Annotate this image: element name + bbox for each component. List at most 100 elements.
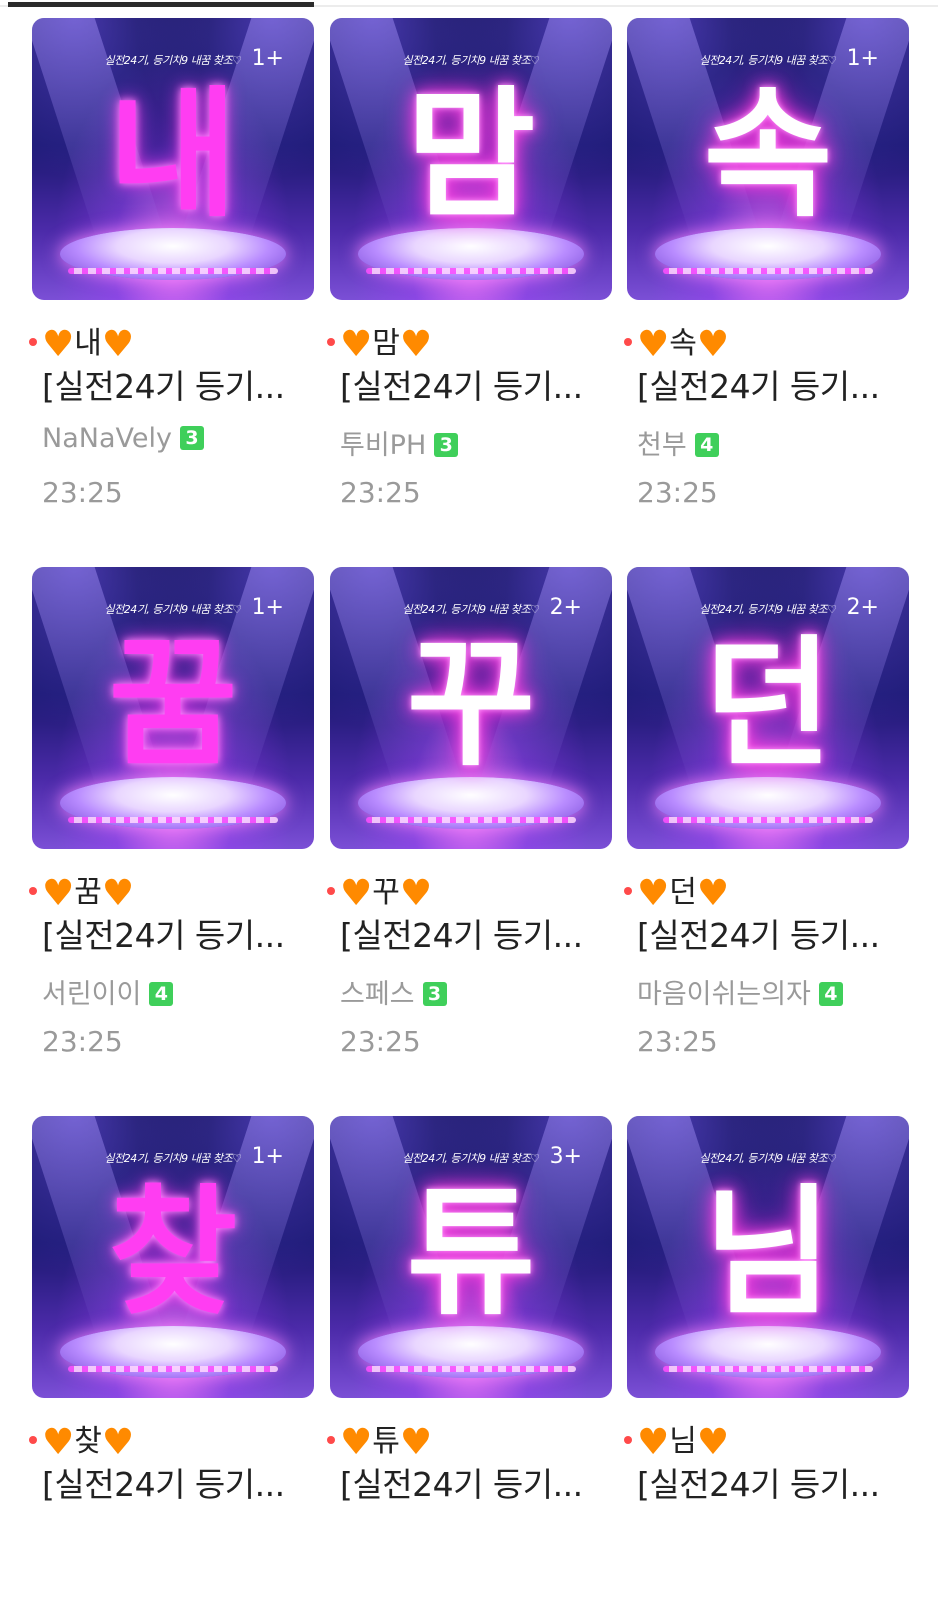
orange-heart-icon: ♥ [42,873,75,914]
unread-dot [29,338,37,346]
author-line: 스페스 3 [340,972,447,1011]
orange-heart-icon: ♥ [42,1422,75,1463]
post-subtitle[interactable]: [실전24기 등기... [340,909,583,957]
thumbnail-glyph: 꿈 [108,623,238,786]
post-card[interactable]: 실전24기, 등기치9 내꿈 찾조♡ 2+ 꾸 ♥꾸♥ [실전24기 등기...… [327,567,620,1067]
member-level-badge: 4 [149,982,174,1006]
post-thumbnail[interactable]: 실전24기, 등기치9 내꿈 찾조♡ 1+ 꿈 [32,567,314,849]
unread-dot [624,887,632,895]
orange-heart-icon: ♥ [340,873,373,914]
image-count-badge: 1+ [251,46,284,71]
author-line: 투비PH 3 [340,423,459,462]
author-name[interactable]: 마음이쉬는의자 [637,979,811,1010]
post-title[interactable]: ♥튜♥ [327,1416,433,1463]
post-card[interactable]: 실전24기, 등기치9 내꿈 찾조♡ 맘 ♥맘♥ [실전24기 등기... 투비… [327,18,620,518]
thumbnail-glyph: 맘 [406,74,536,237]
unread-dot [327,1436,335,1444]
post-title[interactable]: ♥던♥ [624,867,730,914]
orange-heart-icon: ♥ [42,324,75,365]
post-title-text: 튜 [372,1424,400,1459]
post-title[interactable]: ♥꿈♥ [29,867,135,914]
image-count-badge: 3+ [549,1144,582,1169]
orange-heart-icon: ♥ [637,873,670,914]
orange-heart-icon: ♥ [399,324,433,365]
post-title-text: 내 [74,326,102,361]
post-title[interactable]: ♥님♥ [624,1416,729,1463]
orange-heart-icon: ♥ [399,1422,433,1463]
orange-heart-icon: ♥ [340,1422,373,1463]
post-thumbnail[interactable]: 실전24기, 등기치9 내꿈 찾조♡ 3+ 튜 [330,1116,612,1398]
unread-dot [624,1436,632,1444]
image-count-badge: 2+ [846,595,879,620]
unread-dot [29,887,37,895]
post-card[interactable]: 실전24기, 등기치9 내꿈 찾조♡ 2+ 던 ♥던♥ [실전24기 등기...… [624,567,917,1067]
post-title-text: 속 [669,326,697,361]
post-subtitle[interactable]: [실전24기 등기... [42,1458,285,1506]
orange-heart-icon: ♥ [101,873,135,914]
orange-heart-icon: ♥ [340,324,373,365]
post-title[interactable]: ♥맘♥ [327,318,433,365]
thumbnail-glyph: 님 [703,1172,833,1335]
post-subtitle[interactable]: [실전24기 등기... [340,1458,583,1506]
author-name[interactable]: NaNaVely [42,423,172,454]
post-subtitle[interactable]: [실전24기 등기... [637,909,880,957]
post-time: 23:25 [42,1025,123,1058]
post-title[interactable]: ♥내♥ [29,318,135,365]
member-level-badge: 3 [179,426,204,450]
member-level-badge: 3 [422,982,447,1006]
unread-dot [327,338,335,346]
post-card[interactable]: 실전24기, 등기치9 내꿈 찾조♡ 1+ 꿈 ♥꿈♥ [실전24기 등기...… [29,567,322,1067]
author-name[interactable]: 천부 [637,430,687,461]
post-title-text: 님 [669,1424,697,1459]
post-thumbnail[interactable]: 실전24기, 등기치9 내꿈 찾조♡ 1+ 찾 [32,1116,314,1398]
orange-heart-icon: ♥ [696,324,730,365]
author-line: 마음이쉬는의자 4 [637,972,843,1011]
post-title-text: 맘 [372,326,400,361]
image-count-badge: 1+ [251,595,284,620]
post-time: 23:25 [340,476,421,509]
author-name[interactable]: 투비PH [340,430,426,461]
post-thumbnail[interactable]: 실전24기, 등기치9 내꿈 찾조♡ 맘 [330,18,612,300]
post-subtitle[interactable]: [실전24기 등기... [637,360,880,408]
post-subtitle[interactable]: [실전24기 등기... [637,1458,880,1506]
post-card[interactable]: 실전24기, 등기치9 내꿈 찾조♡ 1+ 내 ♥내♥ [실전24기 등기...… [29,18,322,518]
image-count-badge: 2+ [549,595,582,620]
post-title[interactable]: ♥찾♥ [29,1416,134,1463]
post-subtitle[interactable]: [실전24기 등기... [42,909,285,957]
post-thumbnail[interactable]: 실전24기, 등기치9 내꿈 찾조♡ 2+ 던 [627,567,909,849]
post-card[interactable]: 실전24기, 등기치9 내꿈 찾조♡ 1+ 찾 ♥찾♥ [실전24기 등기... [29,1116,322,1616]
orange-heart-icon: ♥ [696,873,730,914]
thumbnail-glyph: 던 [703,623,833,786]
thumbnail-glyph: 속 [703,74,833,237]
post-card[interactable]: 실전24기, 등기치9 내꿈 찾조♡ 3+ 튜 ♥튜♥ [실전24기 등기... [327,1116,620,1616]
thumbnail-glyph: 튜 [406,1172,536,1335]
post-subtitle[interactable]: [실전24기 등기... [42,360,285,408]
thumbnail-caption: 실전24기, 등기치9 내꿈 찾조♡ [699,1152,837,1165]
post-title[interactable]: ♥속♥ [624,318,730,365]
thumbnail-glyph: 찾 [108,1172,238,1335]
post-thumbnail[interactable]: 실전24기, 등기치9 내꿈 찾조♡ 1+ 내 [32,18,314,300]
post-thumbnail[interactable]: 실전24기, 등기치9 내꿈 찾조♡ 님 [627,1116,909,1398]
orange-heart-icon: ♥ [399,873,433,914]
member-level-badge: 3 [434,433,459,457]
post-time: 23:25 [42,476,123,509]
thumbnail-glyph: 내 [108,74,238,237]
thumbnail-caption: 실전24기, 등기치9 내꿈 찾조♡ [402,54,540,67]
author-line: 천부 4 [637,423,719,462]
orange-heart-icon: ♥ [101,324,135,365]
post-grid: 실전24기, 등기치9 내꿈 찾조♡ 1+ 내 ♥내♥ [실전24기 등기...… [0,0,938,1504]
post-thumbnail[interactable]: 실전24기, 등기치9 내꿈 찾조♡ 1+ 속 [627,18,909,300]
post-title-text: 던 [669,875,697,910]
post-card[interactable]: 실전24기, 등기치9 내꿈 찾조♡ 님 ♥님♥ [실전24기 등기... [624,1116,917,1616]
author-name[interactable]: 서린이이 [42,979,141,1010]
post-title[interactable]: ♥꾸♥ [327,867,433,914]
orange-heart-icon: ♥ [637,1422,670,1463]
post-title-text: 꿈 [74,875,102,910]
unread-dot [624,338,632,346]
post-thumbnail[interactable]: 실전24기, 등기치9 내꿈 찾조♡ 2+ 꾸 [330,567,612,849]
author-name[interactable]: 스페스 [340,979,415,1010]
post-title-text: 꾸 [372,875,400,910]
author-line: NaNaVely 3 [42,423,204,454]
post-card[interactable]: 실전24기, 등기치9 내꿈 찾조♡ 1+ 속 ♥속♥ [실전24기 등기...… [624,18,917,518]
post-subtitle[interactable]: [실전24기 등기... [340,360,583,408]
